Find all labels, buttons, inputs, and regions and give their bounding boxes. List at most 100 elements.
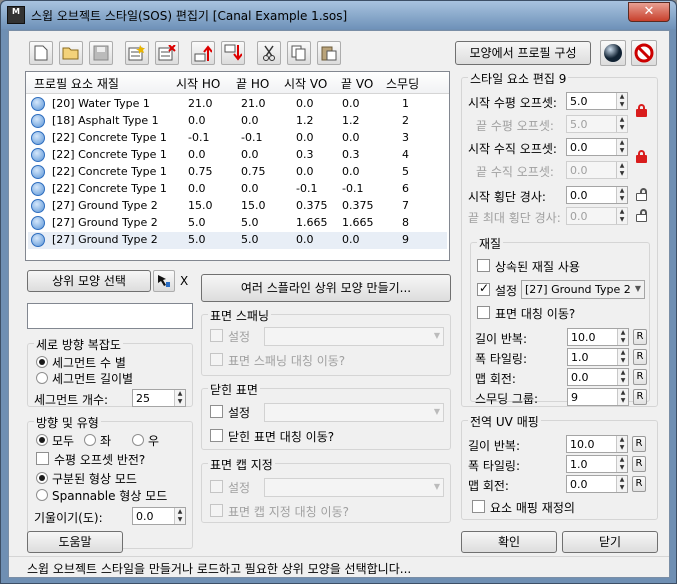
spinner-arrows-icon[interactable]: ▲ ▼ xyxy=(617,389,628,405)
save-file-button[interactable] xyxy=(89,41,113,65)
lock-icon[interactable] xyxy=(636,104,647,117)
pick-shape-button[interactable] xyxy=(153,270,175,292)
global-length-repeat-reset-button[interactable]: R xyxy=(632,436,646,452)
title-bar[interactable]: M 스윕 오브젝트 스타일(SOS) 편집기 [Canal Example 1.… xyxy=(1,1,676,29)
surface-spanning-set-checkbox[interactable] xyxy=(210,329,223,342)
width-tiling-spinner[interactable]: 1.0 ▲ ▼ xyxy=(567,348,629,366)
spinner-arrows-icon[interactable]: ▲ ▼ xyxy=(174,390,185,406)
col-end-vo[interactable]: 끝 VO xyxy=(341,75,373,92)
move-down-button[interactable] xyxy=(221,41,245,65)
col-start-vo[interactable]: 시작 VO xyxy=(284,75,327,92)
unlock-icon[interactable] xyxy=(636,209,647,222)
spinner-arrows-icon[interactable]: ▲ ▼ xyxy=(617,329,628,345)
closed-surface-mirror-checkbox[interactable] xyxy=(210,429,223,442)
start-cross-slope-spinner[interactable]: 0.0 ▲ ▼ xyxy=(566,186,628,204)
spinner-arrows-icon[interactable]: ▲ ▼ xyxy=(616,456,627,472)
spinner-arrows-icon[interactable]: ▲ ▼ xyxy=(616,162,627,178)
direction-both-radio[interactable] xyxy=(36,434,48,446)
add-element-button[interactable] xyxy=(125,41,149,65)
start-v-offset-spinner[interactable]: 0.0 ▲ ▼ xyxy=(566,138,628,156)
global-length-repeat-spinner[interactable]: 10.0 ▲ ▼ xyxy=(566,435,628,453)
spinner-arrows-icon[interactable]: ▲ ▼ xyxy=(616,139,627,155)
table-row[interactable]: [22] Concrete Type 1 0.75 0.75 0.0 0.0 5 xyxy=(28,164,447,181)
spinner-arrows-icon[interactable]: ▲ ▼ xyxy=(617,349,628,365)
render-preview-button[interactable] xyxy=(600,40,626,66)
length-repeat-spinner[interactable]: 10.0 ▲ ▼ xyxy=(567,328,629,346)
reset-button[interactable] xyxy=(631,40,657,66)
start-h-offset-spinner[interactable]: 5.0 ▲ ▼ xyxy=(566,92,628,110)
spinner-arrows-icon[interactable]: ▲ ▼ xyxy=(616,436,627,452)
spinner-arrows-icon[interactable]: ▲ ▼ xyxy=(616,476,627,492)
surface-cap-mirror-checkbox[interactable] xyxy=(210,504,223,517)
open-file-button[interactable] xyxy=(59,41,83,65)
table-row[interactable]: [22] Concrete Type 1 -0.1 -0.1 0.0 0.0 3 xyxy=(28,130,447,147)
use-inherited-material-checkbox[interactable] xyxy=(477,259,490,272)
end-v-offset-spinner[interactable]: 0.0 ▲ ▼ xyxy=(566,161,628,179)
flip-horizontal-offset-checkbox[interactable] xyxy=(36,452,49,465)
global-map-rotation-spinner[interactable]: 0.0 ▲ ▼ xyxy=(566,475,628,493)
slope-spinner[interactable]: 0.0 ▲ ▼ xyxy=(132,507,186,525)
table-row[interactable]: [22] Concrete Type 1 0.0 0.0 -0.1 -0.1 6 xyxy=(28,181,447,198)
spinner-arrows-icon[interactable]: ▲ ▼ xyxy=(617,369,628,385)
width-tiling-reset-button[interactable]: R xyxy=(633,349,647,365)
smoothing-group-reset-button[interactable]: R xyxy=(633,389,647,405)
select-parent-shape-button[interactable]: 상위 모양 선택 xyxy=(27,270,151,292)
table-row[interactable]: [27] Ground Type 2 5.0 5.0 1.665 1.665 8 xyxy=(28,215,447,232)
col-end-ho[interactable]: 끝 HO xyxy=(236,75,269,92)
per-segment-count-radio[interactable] xyxy=(36,356,48,368)
spinner-arrows-icon[interactable]: ▲ ▼ xyxy=(174,508,185,524)
col-start-ho[interactable]: 시작 HO xyxy=(176,75,220,92)
surface-spanning-material-combo[interactable]: ▼ xyxy=(264,327,444,346)
new-file-button[interactable] xyxy=(29,41,53,65)
create-multi-spline-parent-button[interactable]: 여러 스플라인 상위 모양 만들기... xyxy=(201,274,451,302)
unlock-icon[interactable] xyxy=(636,188,647,201)
spinner-arrows-icon[interactable]: ▲ ▼ xyxy=(616,208,627,224)
col-material[interactable]: 프로필 요소 재질 xyxy=(34,75,119,92)
surface-mirror-checkbox[interactable] xyxy=(477,306,490,319)
table-row[interactable]: [22] Concrete Type 1 0.0 0.0 0.3 0.3 4 xyxy=(28,147,447,164)
surface-cap-set-checkbox[interactable] xyxy=(210,480,223,493)
closed-surface-set-checkbox[interactable] xyxy=(210,405,223,418)
global-map-rotation-reset-button[interactable]: R xyxy=(632,476,646,492)
surface-cap-material-combo[interactable]: ▼ xyxy=(264,478,444,497)
redefine-element-mapping-checkbox[interactable] xyxy=(472,500,485,513)
material-combo[interactable]: [27] Ground Type 2 ▼ xyxy=(521,280,645,299)
segmented-mode-radio[interactable] xyxy=(36,472,48,484)
spinner-arrows-icon[interactable]: ▲ ▼ xyxy=(616,93,627,109)
spinner-arrows-icon[interactable]: ▲ ▼ xyxy=(616,116,627,132)
spannable-mode-radio[interactable] xyxy=(36,489,48,501)
surface-spanning-mirror-checkbox[interactable] xyxy=(210,353,223,366)
table-row[interactable]: [27] Ground Type 2 15.0 15.0 0.375 0.375 7 xyxy=(28,198,447,215)
smoothing-group-spinner[interactable]: 9 ▲ ▼ xyxy=(567,388,629,406)
direction-right-radio[interactable] xyxy=(132,434,144,446)
copy-button[interactable] xyxy=(287,41,311,65)
lock-icon[interactable] xyxy=(636,150,647,163)
move-up-button[interactable] xyxy=(191,41,215,65)
cut-button[interactable] xyxy=(257,41,281,65)
segment-count-spinner[interactable]: 25 ▲ ▼ xyxy=(132,389,186,407)
delete-element-button[interactable] xyxy=(155,41,179,65)
global-width-tiling-reset-button[interactable]: R xyxy=(632,456,646,472)
paste-button[interactable] xyxy=(317,41,341,65)
help-button[interactable]: 도움말 xyxy=(27,531,123,553)
profile-element-list[interactable]: 프로필 요소 재질 시작 HO 끝 HO 시작 VO 끝 VO 스무딩 [20]… xyxy=(25,71,450,261)
clear-shape-button[interactable]: X xyxy=(180,274,188,288)
close-button[interactable]: 닫기 xyxy=(562,531,658,553)
table-row[interactable]: [18] Asphalt Type 1 0.0 0.0 1.2 1.2 2 xyxy=(28,113,447,130)
ok-button[interactable]: 확인 xyxy=(461,531,557,553)
end-h-offset-spinner[interactable]: 5.0 ▲ ▼ xyxy=(566,115,628,133)
end-max-cross-slope-spinner[interactable]: 0.0 ▲ ▼ xyxy=(566,207,628,225)
per-segment-length-radio[interactable] xyxy=(36,372,48,384)
map-rotation-spinner[interactable]: 0.0 ▲ ▼ xyxy=(567,368,629,386)
closed-surface-material-combo[interactable]: ▼ xyxy=(264,403,444,422)
parent-shape-name-field[interactable] xyxy=(27,303,193,329)
build-profile-from-shape-button[interactable]: 모양에서 프로필 구성 xyxy=(455,41,591,65)
global-width-tiling-spinner[interactable]: 1.0 ▲ ▼ xyxy=(566,455,628,473)
direction-left-radio[interactable] xyxy=(84,434,96,446)
table-row[interactable]: [27] Ground Type 2 5.0 5.0 0.0 0.0 9 xyxy=(28,232,447,249)
window-close-button[interactable]: ✕ xyxy=(628,2,670,22)
material-set-checkbox[interactable] xyxy=(477,281,490,296)
col-smoothing[interactable]: 스무딩 xyxy=(386,75,419,92)
length-repeat-reset-button[interactable]: R xyxy=(633,329,647,345)
spinner-arrows-icon[interactable]: ▲ ▼ xyxy=(616,187,627,203)
